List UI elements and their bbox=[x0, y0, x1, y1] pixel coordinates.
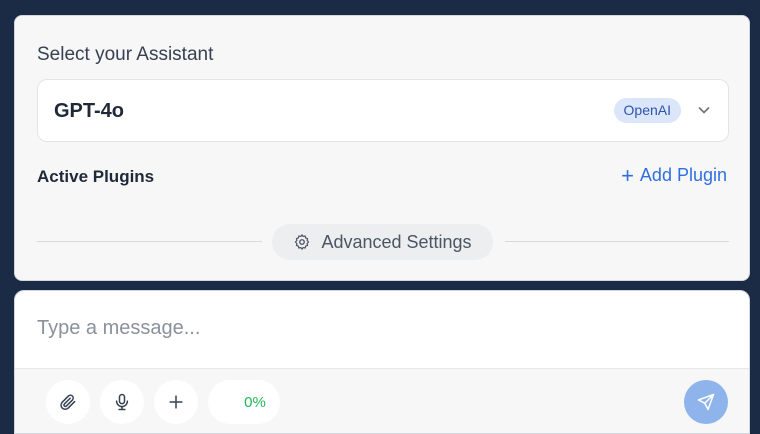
advanced-settings-button[interactable]: Advanced Settings bbox=[272, 224, 493, 260]
provider-badge: OpenAI bbox=[613, 98, 681, 123]
progress-label: 0% bbox=[244, 393, 266, 411]
add-plugin-label: Add Plugin bbox=[639, 165, 727, 185]
plus-icon: + bbox=[621, 162, 634, 188]
active-plugins-label: Active Plugins bbox=[37, 167, 155, 186]
composer-toolbar: 0% bbox=[15, 368, 749, 433]
attach-button[interactable] bbox=[46, 380, 90, 424]
assistant-panel: Select your Assistant GPT-4o OpenAI Acti… bbox=[14, 15, 750, 281]
add-button[interactable] bbox=[154, 380, 198, 424]
gear-icon bbox=[295, 234, 310, 250]
send-button[interactable] bbox=[684, 380, 728, 424]
voice-button[interactable] bbox=[100, 380, 144, 424]
message-composer: 0% bbox=[14, 290, 750, 434]
selected-model: GPT-4o bbox=[54, 100, 125, 122]
advanced-settings-label: Advanced Settings bbox=[321, 231, 472, 252]
plus-icon bbox=[169, 395, 183, 409]
message-input[interactable] bbox=[37, 313, 727, 343]
assistant-select[interactable]: GPT-4o OpenAI bbox=[37, 79, 729, 142]
divider bbox=[37, 241, 262, 242]
chevron-down-icon[interactable] bbox=[696, 102, 712, 118]
add-plugin-button[interactable]: + Add Plugin bbox=[621, 162, 727, 188]
send-icon bbox=[697, 393, 715, 411]
divider bbox=[505, 241, 729, 242]
microphone-icon bbox=[115, 393, 129, 411]
progress-indicator: 0% bbox=[208, 380, 280, 424]
paperclip-icon bbox=[60, 394, 76, 411]
panel-title: Select your Assistant bbox=[37, 44, 214, 65]
